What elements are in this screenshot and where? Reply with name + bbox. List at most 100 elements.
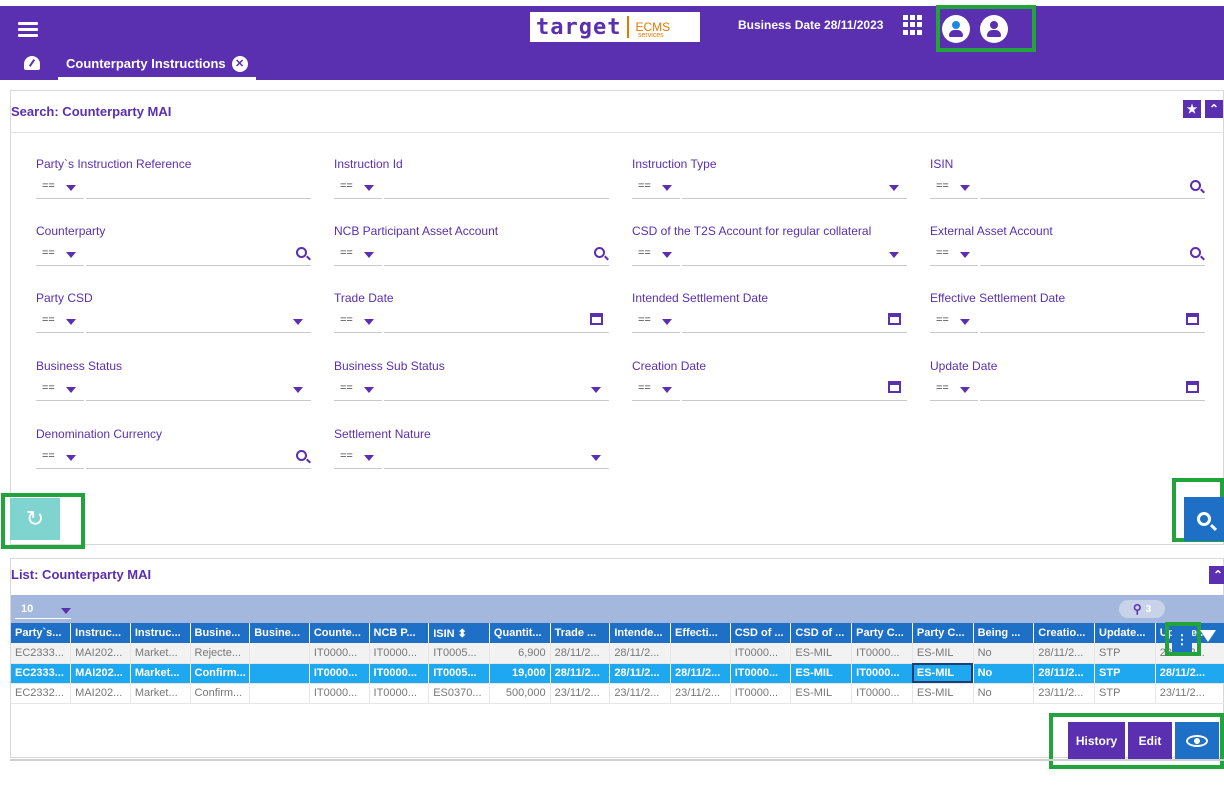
calendar-icon[interactable] [888,313,901,325]
table-row[interactable]: EC2333... MAI202... Market... Rejecte... IT0… [11,643,1224,664]
table-toolbar: 10 ⚲ 3 [11,595,1224,623]
field-input[interactable] [682,244,907,266]
close-icon[interactable]: ✕ [231,55,248,72]
column-header[interactable]: Effecti... [670,623,731,643]
field-input[interactable] [682,379,907,401]
favorite-star-icon[interactable]: ★ [1183,100,1201,118]
operator-select[interactable]: == [334,311,382,333]
operator-value: == [340,450,353,462]
operator-select[interactable]: == [632,177,680,199]
field-input[interactable] [682,177,907,199]
operator-select[interactable]: == [334,177,382,199]
chevron-down-icon [662,185,672,191]
field-input[interactable] [86,379,311,401]
column-header[interactable]: Instruc... [70,623,131,643]
table-row[interactable]: EC2333... MAI202... Market... Confirm... IT0… [11,663,1224,684]
table-cell: STP [1094,663,1156,684]
calendar-icon[interactable] [1186,313,1199,325]
operator-value: == [340,314,353,326]
operator-select[interactable]: == [36,177,84,199]
column-header[interactable]: Creatio... [1033,623,1096,643]
more-vertical-icon[interactable]: ⋮ [1172,628,1192,652]
column-header[interactable]: NCB P... [369,623,430,643]
view-button[interactable] [1175,722,1219,760]
calendar-icon[interactable] [888,381,901,393]
field-input[interactable] [384,177,609,199]
field-input[interactable] [384,311,609,333]
reset-button[interactable]: ↻ [10,498,60,540]
column-header[interactable]: Quantit... [489,623,551,643]
operator-select[interactable]: == [36,447,84,469]
chevron-down-icon[interactable] [889,252,899,258]
column-header[interactable]: Party C... [851,623,913,643]
column-header[interactable]: CSD of ... [730,623,792,643]
field-input[interactable] [86,177,311,199]
operator-select[interactable]: == [930,311,978,333]
field-input[interactable] [980,311,1205,333]
column-header[interactable]: Being ... [973,623,1035,643]
chevron-down-icon[interactable] [293,387,303,393]
field-input[interactable] [980,177,1205,199]
table-row[interactable]: EC2332... MAI202... Market... Confirm... IT0… [11,683,1224,704]
collapse-icon[interactable]: ⌃ [1205,100,1223,118]
operator-select[interactable]: == [36,244,84,266]
chevron-down-icon[interactable] [591,387,601,393]
operator-select[interactable]: == [36,379,84,401]
page-size-select[interactable]: 10 [15,599,71,619]
column-header[interactable]: Party C... [912,623,974,643]
search-count-badge[interactable]: ⚲ 3 [1119,600,1165,618]
column-header[interactable]: CSD of ... [790,623,853,643]
calendar-icon[interactable] [1186,381,1199,393]
field-input[interactable] [980,379,1205,401]
filter-icon[interactable] [1200,630,1216,642]
operator-select[interactable]: == [334,379,382,401]
column-header[interactable]: ISIN ⬍ [428,623,490,643]
history-button[interactable]: History [1068,722,1125,760]
chevron-down-icon[interactable] [591,455,601,461]
user-icon[interactable] [980,15,1008,43]
calendar-icon[interactable] [590,313,603,325]
field-input[interactable] [384,447,609,469]
operator-select[interactable]: == [632,311,680,333]
operator-select[interactable]: == [36,311,84,333]
field-input[interactable] [86,244,311,266]
operator-select[interactable]: == [334,447,382,469]
field-input[interactable] [384,244,609,266]
operator-value: == [638,382,651,394]
operator-select[interactable]: == [930,244,978,266]
chevron-down-icon[interactable] [293,319,303,325]
operator-select[interactable]: == [334,244,382,266]
operator-select[interactable]: == [930,379,978,401]
apps-grid-icon[interactable] [903,15,923,35]
dashboard-icon[interactable] [24,56,40,70]
field-input[interactable] [980,244,1205,266]
column-header[interactable]: Party`s... [11,623,72,643]
operator-select[interactable]: == [632,244,680,266]
collapse-icon[interactable]: ⌃ [1209,566,1224,584]
column-header[interactable]: Counte... [309,623,370,643]
operator-select[interactable]: == [930,177,978,199]
search-icon[interactable] [1190,180,1201,191]
edit-button[interactable]: Edit [1128,722,1172,760]
search-icon[interactable] [1190,247,1201,258]
search-button[interactable] [1184,497,1224,541]
column-header[interactable]: Intende... [609,623,672,643]
tab-counterparty-instructions[interactable]: Counterparty Instructions ✕ [58,50,256,80]
operator-select[interactable]: == [632,379,680,401]
search-icon[interactable] [296,247,307,258]
user-role-icon[interactable] [942,15,970,43]
column-header[interactable]: Instruc... [130,623,191,643]
menu-icon[interactable] [18,22,38,38]
search-icon[interactable] [296,450,307,461]
field-input[interactable] [86,447,311,469]
field-input[interactable] [682,311,907,333]
column-header[interactable]: Trade ... [550,623,611,643]
chevron-down-icon[interactable] [889,185,899,191]
column-header[interactable]: Busine... [249,623,310,643]
table-cell: ES-MIL [790,663,853,684]
field-input[interactable] [384,379,609,401]
column-header[interactable]: Busine... [190,623,251,643]
column-header[interactable]: Update... [1094,623,1156,643]
field-input[interactable] [86,311,311,333]
search-icon[interactable] [594,247,605,258]
